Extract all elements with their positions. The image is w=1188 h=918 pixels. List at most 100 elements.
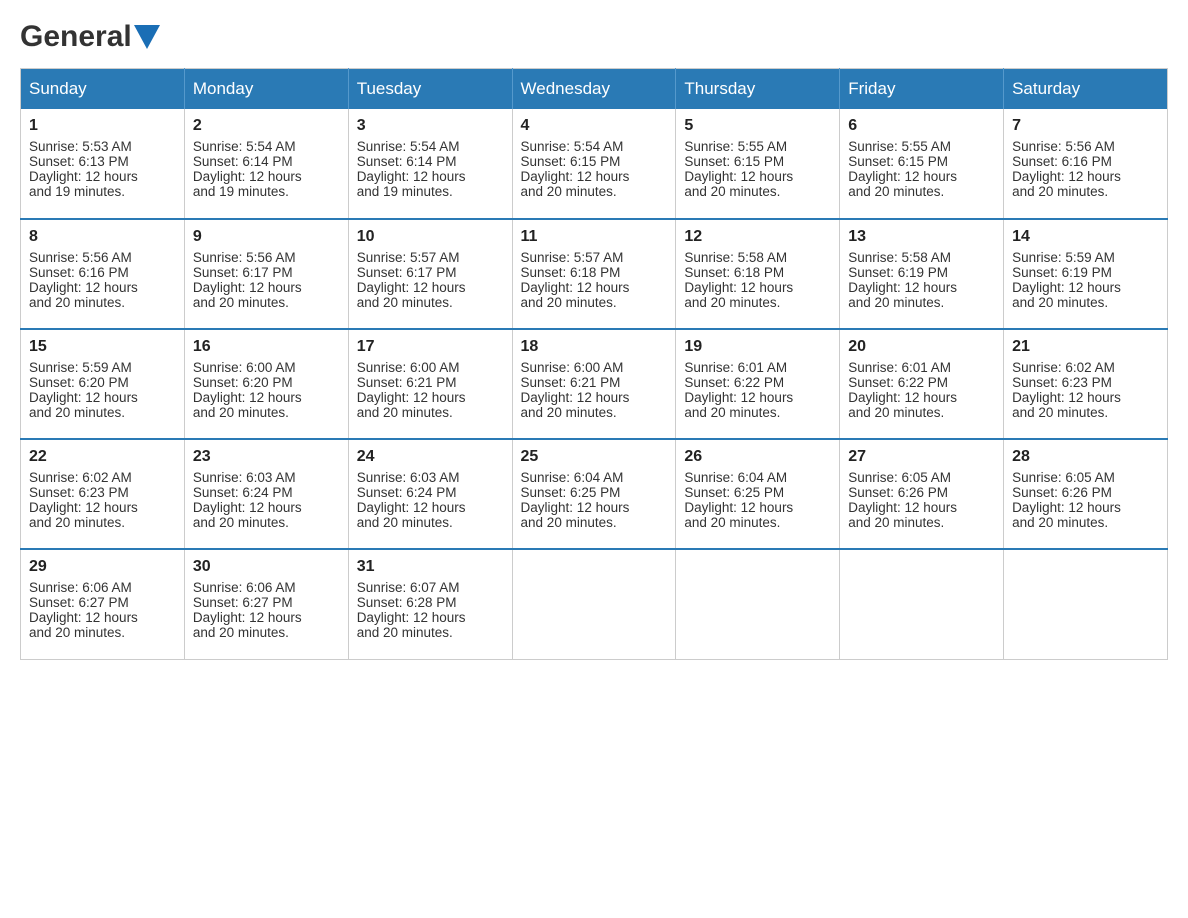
daylight-cont: and 20 minutes. xyxy=(684,405,780,420)
calendar-cell: 4 Sunrise: 5:54 AM Sunset: 6:15 PM Dayli… xyxy=(512,109,676,219)
sunrise-label: Sunrise: 6:00 AM xyxy=(521,360,624,375)
daylight-label: Daylight: 12 hours xyxy=(357,280,466,295)
sunset-label: Sunset: 6:21 PM xyxy=(521,375,621,390)
calendar-cell: 3 Sunrise: 5:54 AM Sunset: 6:14 PM Dayli… xyxy=(348,109,512,219)
sunset-label: Sunset: 6:19 PM xyxy=(848,265,948,280)
calendar-cell xyxy=(512,549,676,659)
logo-triangle-icon xyxy=(132,21,162,53)
daylight-label: Daylight: 12 hours xyxy=(29,169,138,184)
sunset-label: Sunset: 6:15 PM xyxy=(848,154,948,169)
sunrise-label: Sunrise: 6:04 AM xyxy=(521,470,624,485)
sunrise-label: Sunrise: 6:05 AM xyxy=(848,470,951,485)
sunset-label: Sunset: 6:17 PM xyxy=(357,265,457,280)
sunset-label: Sunset: 6:26 PM xyxy=(848,485,948,500)
day-number: 13 xyxy=(848,228,995,246)
calendar-cell: 23 Sunrise: 6:03 AM Sunset: 6:24 PM Dayl… xyxy=(184,439,348,549)
col-header-tuesday: Tuesday xyxy=(348,69,512,110)
daylight-label: Daylight: 12 hours xyxy=(848,169,957,184)
calendar-cell: 18 Sunrise: 6:00 AM Sunset: 6:21 PM Dayl… xyxy=(512,329,676,439)
daylight-label: Daylight: 12 hours xyxy=(684,500,793,515)
sunrise-label: Sunrise: 6:04 AM xyxy=(684,470,787,485)
calendar-cell: 7 Sunrise: 5:56 AM Sunset: 6:16 PM Dayli… xyxy=(1004,109,1168,219)
calendar-week-row: 22 Sunrise: 6:02 AM Sunset: 6:23 PM Dayl… xyxy=(21,439,1168,549)
calendar-cell: 1 Sunrise: 5:53 AM Sunset: 6:13 PM Dayli… xyxy=(21,109,185,219)
sunset-label: Sunset: 6:15 PM xyxy=(684,154,784,169)
col-header-saturday: Saturday xyxy=(1004,69,1168,110)
daylight-label: Daylight: 12 hours xyxy=(1012,390,1121,405)
calendar-cell: 24 Sunrise: 6:03 AM Sunset: 6:24 PM Dayl… xyxy=(348,439,512,549)
daylight-cont: and 20 minutes. xyxy=(848,295,944,310)
sunset-label: Sunset: 6:24 PM xyxy=(193,485,293,500)
sunset-label: Sunset: 6:25 PM xyxy=(684,485,784,500)
calendar-cell: 12 Sunrise: 5:58 AM Sunset: 6:18 PM Dayl… xyxy=(676,219,840,329)
sunset-label: Sunset: 6:15 PM xyxy=(521,154,621,169)
sunset-label: Sunset: 6:23 PM xyxy=(29,485,129,500)
day-number: 28 xyxy=(1012,448,1159,466)
daylight-cont: and 20 minutes. xyxy=(357,405,453,420)
daylight-cont: and 19 minutes. xyxy=(357,184,453,199)
daylight-cont: and 20 minutes. xyxy=(29,405,125,420)
sunrise-label: Sunrise: 5:58 AM xyxy=(848,250,951,265)
daylight-cont: and 20 minutes. xyxy=(29,295,125,310)
sunrise-label: Sunrise: 6:03 AM xyxy=(193,470,296,485)
sunrise-label: Sunrise: 5:53 AM xyxy=(29,139,132,154)
sunset-label: Sunset: 6:16 PM xyxy=(29,265,129,280)
day-number: 14 xyxy=(1012,228,1159,246)
sunrise-label: Sunrise: 5:54 AM xyxy=(357,139,460,154)
calendar-cell xyxy=(1004,549,1168,659)
daylight-label: Daylight: 12 hours xyxy=(521,169,630,184)
daylight-label: Daylight: 12 hours xyxy=(521,390,630,405)
daylight-cont: and 19 minutes. xyxy=(29,184,125,199)
daylight-label: Daylight: 12 hours xyxy=(848,280,957,295)
logo: General xyxy=(20,20,162,48)
day-number: 17 xyxy=(357,338,504,356)
daylight-label: Daylight: 12 hours xyxy=(193,610,302,625)
daylight-label: Daylight: 12 hours xyxy=(29,280,138,295)
daylight-label: Daylight: 12 hours xyxy=(1012,169,1121,184)
daylight-cont: and 20 minutes. xyxy=(684,184,780,199)
calendar-cell: 20 Sunrise: 6:01 AM Sunset: 6:22 PM Dayl… xyxy=(840,329,1004,439)
daylight-cont: and 20 minutes. xyxy=(848,405,944,420)
daylight-cont: and 20 minutes. xyxy=(193,625,289,640)
sunrise-label: Sunrise: 5:58 AM xyxy=(684,250,787,265)
sunset-label: Sunset: 6:20 PM xyxy=(29,375,129,390)
calendar-cell: 30 Sunrise: 6:06 AM Sunset: 6:27 PM Dayl… xyxy=(184,549,348,659)
daylight-cont: and 20 minutes. xyxy=(684,515,780,530)
daylight-cont: and 20 minutes. xyxy=(357,625,453,640)
day-number: 27 xyxy=(848,448,995,466)
sunset-label: Sunset: 6:25 PM xyxy=(521,485,621,500)
col-header-thursday: Thursday xyxy=(676,69,840,110)
sunset-label: Sunset: 6:16 PM xyxy=(1012,154,1112,169)
daylight-label: Daylight: 12 hours xyxy=(848,500,957,515)
calendar-cell: 10 Sunrise: 5:57 AM Sunset: 6:17 PM Dayl… xyxy=(348,219,512,329)
sunset-label: Sunset: 6:26 PM xyxy=(1012,485,1112,500)
calendar-table: SundayMondayTuesdayWednesdayThursdayFrid… xyxy=(20,68,1168,660)
day-number: 22 xyxy=(29,448,176,466)
sunrise-label: Sunrise: 6:06 AM xyxy=(193,580,296,595)
daylight-cont: and 20 minutes. xyxy=(193,405,289,420)
daylight-cont: and 20 minutes. xyxy=(1012,184,1108,199)
calendar-cell: 27 Sunrise: 6:05 AM Sunset: 6:26 PM Dayl… xyxy=(840,439,1004,549)
sunset-label: Sunset: 6:21 PM xyxy=(357,375,457,390)
daylight-label: Daylight: 12 hours xyxy=(29,610,138,625)
daylight-label: Daylight: 12 hours xyxy=(29,390,138,405)
calendar-cell: 14 Sunrise: 5:59 AM Sunset: 6:19 PM Dayl… xyxy=(1004,219,1168,329)
day-number: 11 xyxy=(521,228,668,246)
calendar-cell: 22 Sunrise: 6:02 AM Sunset: 6:23 PM Dayl… xyxy=(21,439,185,549)
day-number: 20 xyxy=(848,338,995,356)
sunset-label: Sunset: 6:13 PM xyxy=(29,154,129,169)
calendar-cell xyxy=(840,549,1004,659)
daylight-label: Daylight: 12 hours xyxy=(848,390,957,405)
sunrise-label: Sunrise: 6:07 AM xyxy=(357,580,460,595)
calendar-cell: 29 Sunrise: 6:06 AM Sunset: 6:27 PM Dayl… xyxy=(21,549,185,659)
daylight-cont: and 20 minutes. xyxy=(29,625,125,640)
sunset-label: Sunset: 6:23 PM xyxy=(1012,375,1112,390)
page-header: General xyxy=(20,20,1168,48)
day-number: 12 xyxy=(684,228,831,246)
day-number: 26 xyxy=(684,448,831,466)
daylight-label: Daylight: 12 hours xyxy=(193,390,302,405)
col-header-wednesday: Wednesday xyxy=(512,69,676,110)
day-number: 5 xyxy=(684,117,831,135)
day-number: 18 xyxy=(521,338,668,356)
daylight-cont: and 19 minutes. xyxy=(193,184,289,199)
